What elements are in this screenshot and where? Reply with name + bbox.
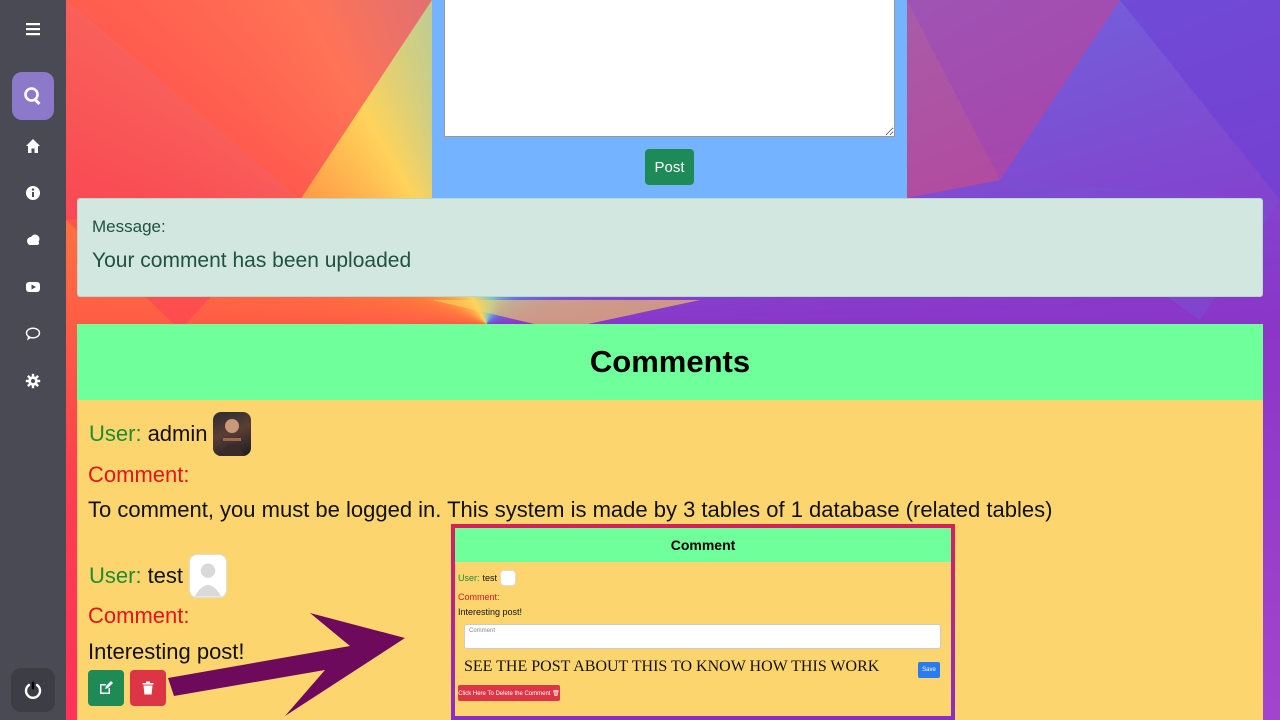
- embed-username: test: [482, 573, 498, 583]
- edit-icon: [100, 681, 113, 694]
- comment-label: Comment:: [88, 462, 190, 487]
- youtube-icon[interactable]: [12, 266, 54, 308]
- gear-icon[interactable]: [12, 360, 54, 402]
- user-label: User:: [89, 421, 142, 446]
- sidebar: [0, 0, 66, 720]
- cloud-icon[interactable]: [12, 219, 54, 261]
- user-label: User:: [89, 563, 142, 588]
- embed-user-line: User: test: [458, 570, 517, 586]
- comment-label: Comment:: [88, 603, 190, 628]
- message-text: Your comment has been uploaded: [92, 249, 412, 272]
- power-button[interactable]: [11, 668, 55, 712]
- comment-icon[interactable]: [12, 313, 54, 355]
- embed-save-button: Save: [918, 662, 940, 678]
- embed-comment-text: Interesting post!: [458, 607, 523, 617]
- trash-icon: [142, 681, 154, 695]
- message-alert: Message: Your comment has been uploaded: [77, 198, 1263, 297]
- comment-user-line: User: test: [89, 554, 228, 598]
- comment-text: To comment, you must be logged in. This …: [88, 497, 1053, 522]
- embed-avatar: [500, 570, 517, 586]
- comment-form: Post: [432, 0, 907, 198]
- comment-textarea[interactable]: [444, 0, 895, 137]
- power-icon: [24, 681, 42, 699]
- delete-button[interactable]: [130, 670, 166, 706]
- menu-icon[interactable]: [12, 8, 54, 50]
- username: admin: [147, 421, 208, 446]
- search-icon: [24, 87, 41, 106]
- comments-header: Comments: [77, 324, 1263, 400]
- search-button[interactable]: [12, 72, 54, 120]
- post-button[interactable]: Post: [645, 149, 694, 185]
- embed-note: SEE THE POST ABOUT THIS TO KNOW HOW THIS…: [464, 658, 880, 675]
- embed-comment-label: Comment:: [458, 592, 500, 602]
- home-icon[interactable]: [12, 125, 54, 167]
- comment-user-line: User: admin: [89, 412, 252, 456]
- embed-comment-input: Comment: [464, 624, 941, 649]
- comment-text: Interesting post!: [88, 639, 245, 664]
- avatar: [189, 554, 228, 598]
- embed-user-label: User:: [458, 573, 480, 583]
- tutorial-screenshot: Comment User: test Comment: Interesting …: [451, 524, 955, 720]
- comments-title: Comments: [589, 344, 751, 379]
- info-icon[interactable]: [12, 172, 54, 214]
- embed-title: Comment: [455, 528, 951, 562]
- message-label: Message:: [92, 217, 166, 236]
- avatar: [213, 412, 252, 456]
- username: test: [147, 563, 184, 588]
- embed-delete-button: Click Here To Delete the Comment 🗑: [458, 685, 560, 701]
- edit-button[interactable]: [88, 670, 124, 706]
